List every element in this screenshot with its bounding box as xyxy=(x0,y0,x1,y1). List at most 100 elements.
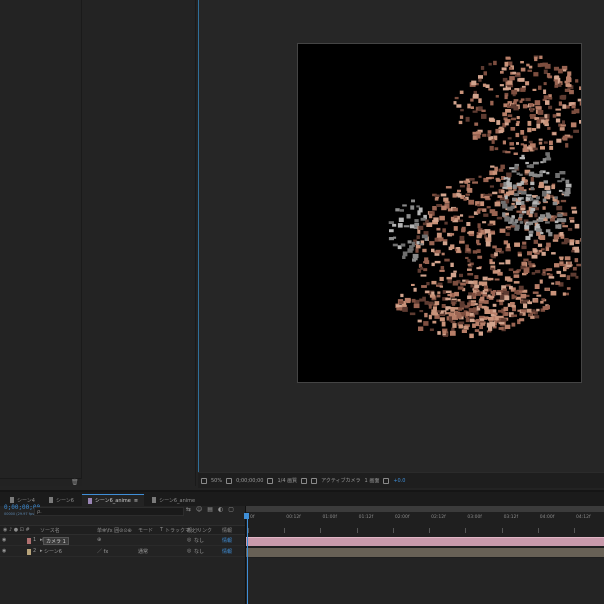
info-link[interactable]: 情報 xyxy=(222,548,232,555)
info-link[interactable]: 情報 xyxy=(222,537,232,544)
pixel-chunk xyxy=(510,217,514,222)
resolution-select[interactable]: 1/4 画質 xyxy=(277,477,297,484)
tab-menu-icon[interactable]: ≡ xyxy=(134,498,138,504)
graph-editor-icon[interactable]: ▢ xyxy=(228,506,234,513)
footage-layer-bar[interactable] xyxy=(246,548,604,557)
pixel-chunk xyxy=(525,161,529,165)
effects-panel xyxy=(83,0,196,486)
pickwhip-icon[interactable]: ◎ xyxy=(187,548,191,554)
timeline-tab[interactable]: シーン6 xyxy=(43,494,80,506)
col-trkmat-t[interactable]: T xyxy=(160,527,163,533)
pixel-chunk xyxy=(539,55,543,59)
snapshot-icon[interactable] xyxy=(201,477,207,484)
pickwhip-icon[interactable]: ◎ xyxy=(187,537,191,543)
pixel-chunk xyxy=(566,287,571,290)
pixel-chunk xyxy=(429,241,435,246)
pixel-chunk xyxy=(521,245,527,250)
layer-row[interactable]: ◉ 2 ▸ シーン6 ／ fx 通常 ◎ なし 情報 xyxy=(0,547,245,557)
mode-select[interactable]: 通常 xyxy=(138,548,148,555)
shy-switch-icon[interactable]: ⊕ xyxy=(97,537,101,543)
pixel-chunk xyxy=(555,173,560,178)
pixel-chunk xyxy=(507,114,513,117)
pixel-chunk xyxy=(529,103,534,107)
pixel-chunk xyxy=(470,313,474,316)
pixel-chunk xyxy=(496,291,502,296)
expand-chevron-icon[interactable]: ▸ xyxy=(40,548,43,554)
region-of-interest-icon[interactable] xyxy=(301,477,308,484)
comp-flowchart-icon[interactable]: ⇆ xyxy=(186,506,191,513)
pixel-chunk xyxy=(476,209,481,214)
pixel-chunk xyxy=(467,273,474,276)
pixel-chunk xyxy=(544,185,551,190)
pixel-chunk xyxy=(525,235,531,240)
col-parent[interactable]: 親とリンク xyxy=(187,527,212,534)
viewer-timecode[interactable]: 0;00;00;00 xyxy=(236,478,263,484)
pixel-chunk xyxy=(569,217,575,220)
camera-layer-bar[interactable] xyxy=(246,537,604,546)
eye-icon[interactable]: ◉ xyxy=(2,548,6,554)
layer-switches[interactable]: ／ fx xyxy=(97,548,108,555)
ruler-tick-label: 00:12f xyxy=(286,515,301,520)
eye-icon[interactable]: ◉ xyxy=(2,537,6,543)
work-area-bar[interactable] xyxy=(246,506,604,512)
pixel-chunk xyxy=(521,201,525,205)
pixel-chunk xyxy=(488,233,492,238)
active-camera-select[interactable]: アクティブカメラ xyxy=(321,477,360,484)
pixel-chunk xyxy=(459,321,465,324)
views-select[interactable]: 1 画面 xyxy=(365,477,380,484)
pixel-chunk xyxy=(519,318,525,322)
timeline-tab[interactable]: シーン6_anime ≡ xyxy=(81,494,145,506)
av-switches-icon: ◉ ♪ ● ⊡ # xyxy=(3,527,30,533)
layer-search-input[interactable]: ρ. xyxy=(34,507,184,516)
pixel-chunk xyxy=(504,94,508,100)
col-source-name[interactable]: ソース名 xyxy=(40,527,60,534)
time-ruler-area[interactable]: 0f 00:12f 01:00f 01:12f 02:00f 02:12f 03:00f 03… xyxy=(244,506,604,604)
current-time-indicator[interactable] xyxy=(247,513,248,604)
label-color-swatch[interactable] xyxy=(27,538,31,544)
label-color-swatch[interactable] xyxy=(27,549,31,555)
frame-blending-icon[interactable]: ▤ xyxy=(207,506,213,513)
timeline-tab[interactable]: シーン6_anime xyxy=(146,494,201,506)
layer-name[interactable]: カメラ 1 xyxy=(43,537,69,545)
parent-select[interactable]: なし xyxy=(194,548,204,555)
layer-row[interactable]: ◉ 1 ▸ ▣ カメラ 1 ⊕ ◎ なし 情報 xyxy=(0,536,245,546)
pixel-chunk xyxy=(525,294,530,297)
pixel-chunk xyxy=(557,213,563,218)
pixel-chunk xyxy=(414,219,419,223)
trash-icon[interactable]: 🗑 xyxy=(71,479,79,486)
pixel-chunk xyxy=(473,90,477,95)
pixel-chunk xyxy=(571,206,577,210)
safe-margins-icon[interactable] xyxy=(226,477,233,484)
pixel-chunk xyxy=(416,235,420,240)
pixel-chunk xyxy=(494,147,499,151)
zoom-select[interactable]: 50% xyxy=(211,478,222,484)
pixel-chunk xyxy=(506,227,511,231)
pixel-chunk xyxy=(418,225,424,230)
pixel-chunk xyxy=(411,283,415,286)
pixel-chunk xyxy=(453,101,457,105)
layer-name[interactable]: シーン6 xyxy=(44,548,62,555)
pixel-chunk xyxy=(511,202,515,205)
shy-icon[interactable]: ☺ xyxy=(196,506,202,513)
pixel-chunk xyxy=(470,106,474,109)
pixel-chunk xyxy=(507,80,513,85)
parent-select[interactable]: なし xyxy=(194,537,204,544)
motion-blur-icon[interactable]: ◐ xyxy=(218,506,223,513)
pixel-chunk xyxy=(467,268,472,271)
camera-icon[interactable] xyxy=(267,477,274,484)
pixel-chunk xyxy=(525,81,530,86)
col-mode[interactable]: モード xyxy=(138,527,153,534)
pixel-chunk xyxy=(484,309,491,314)
exposure-value[interactable]: +0.0 xyxy=(393,478,405,484)
time-ruler[interactable]: 0f 00:12f 01:00f 01:12f 02:00f 02:12f 03:00f 03… xyxy=(246,513,604,533)
transparency-grid-icon[interactable] xyxy=(311,477,318,484)
pixel-chunk xyxy=(472,323,476,328)
composition-canvas[interactable] xyxy=(297,43,582,383)
col-info[interactable]: 情報 xyxy=(222,527,232,534)
pixel-chunk xyxy=(546,171,550,175)
pixel-chunk xyxy=(579,120,581,124)
reset-exposure-icon[interactable] xyxy=(383,477,390,484)
pixel-chunk xyxy=(454,291,459,297)
col-switches[interactable]: 单✻\fx 囲⊘⊙⊕ xyxy=(97,527,132,534)
playhead-handle[interactable] xyxy=(244,513,249,519)
